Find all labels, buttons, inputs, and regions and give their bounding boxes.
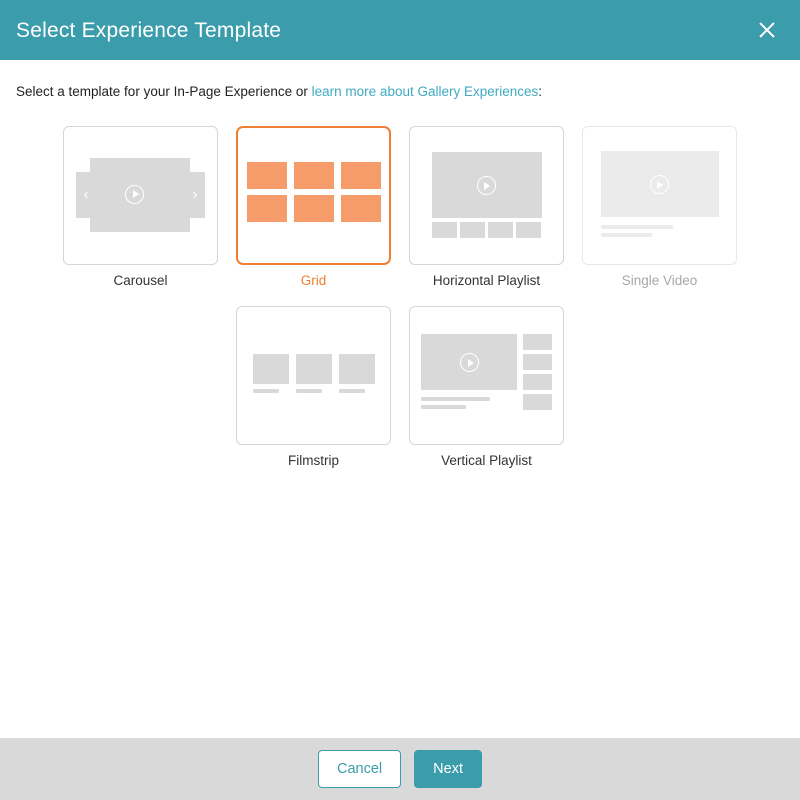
- template-cell-filmstrip: Filmstrip: [227, 306, 400, 468]
- modal-header: Select Experience Template: [0, 0, 800, 60]
- template-card-single-video: [582, 126, 737, 265]
- template-card-filmstrip[interactable]: [236, 306, 391, 445]
- filmstrip-thumbnail-item: [339, 354, 375, 384]
- text-line: [421, 397, 490, 401]
- page-title: Select Experience Template: [16, 20, 281, 41]
- single-video-thumbnail: [601, 151, 719, 239]
- chevron-right-icon: ›: [188, 186, 202, 204]
- filmstrip-thumbnail-item: [253, 354, 289, 384]
- close-icon: [757, 20, 777, 40]
- grid-cell: [341, 195, 381, 222]
- play-icon: [125, 185, 144, 204]
- template-cell-grid: Grid: [227, 126, 400, 288]
- template-label-vertical-playlist: Vertical Playlist: [441, 454, 532, 468]
- modal-footer: Cancel Next: [0, 738, 800, 800]
- grid-cell: [294, 195, 334, 222]
- grid-cell: [247, 162, 287, 189]
- template-card-grid[interactable]: [236, 126, 391, 265]
- filmstrip-thumbnail-item: [296, 354, 332, 384]
- vertical-playlist-thumbnail: [421, 334, 552, 417]
- template-grid: ‹ › Carousel Grid: [30, 126, 770, 487]
- text-line: [296, 389, 322, 393]
- instruction-text: Select a template for your In-Page Exper…: [16, 83, 784, 101]
- playlist-thumbnail: [523, 394, 552, 410]
- modal-body: Select a template for your In-Page Exper…: [0, 60, 800, 738]
- template-label-horizontal-playlist: Horizontal Playlist: [433, 274, 540, 288]
- filmstrip-thumbnail: [253, 354, 375, 398]
- template-label-single-video: Single Video: [622, 274, 698, 288]
- text-line: [601, 233, 652, 237]
- grid-cell: [341, 162, 381, 189]
- instruction-prefix: Select a template for your In-Page Exper…: [16, 84, 312, 99]
- template-label-grid: Grid: [301, 274, 327, 288]
- gallery-experiences-link[interactable]: learn more about Gallery Experiences: [312, 84, 539, 99]
- play-icon: [650, 175, 669, 194]
- text-line: [339, 389, 365, 393]
- play-icon: [477, 176, 496, 195]
- playlist-thumbnail: [488, 222, 513, 238]
- close-button[interactable]: [752, 15, 782, 45]
- text-line: [421, 405, 466, 409]
- next-button[interactable]: Next: [414, 750, 482, 788]
- text-line: [601, 225, 673, 229]
- template-cell-single-video: Single Video: [573, 126, 746, 288]
- cancel-button[interactable]: Cancel: [318, 750, 401, 788]
- template-card-horizontal-playlist[interactable]: [409, 126, 564, 265]
- grid-cell: [247, 195, 287, 222]
- template-card-carousel[interactable]: ‹ ›: [63, 126, 218, 265]
- template-label-filmstrip: Filmstrip: [288, 454, 339, 468]
- template-cell-carousel: ‹ › Carousel: [54, 126, 227, 288]
- template-card-vertical-playlist[interactable]: [409, 306, 564, 445]
- playlist-thumbnail: [516, 222, 541, 238]
- template-label-carousel: Carousel: [113, 274, 167, 288]
- template-cell-vertical-playlist: Vertical Playlist: [400, 306, 573, 468]
- grid-thumbnail: [247, 162, 381, 229]
- playlist-thumbnail: [523, 334, 552, 350]
- template-cell-horizontal-playlist: Horizontal Playlist: [400, 126, 573, 288]
- play-icon: [460, 353, 479, 372]
- playlist-thumbnail: [460, 222, 485, 238]
- carousel-thumbnail: ‹ ›: [68, 148, 213, 243]
- instruction-suffix: :: [538, 84, 542, 99]
- text-line: [253, 389, 279, 393]
- grid-cell: [294, 162, 334, 189]
- playlist-thumbnail: [523, 354, 552, 370]
- playlist-thumbnail: [523, 374, 552, 390]
- playlist-thumbnail: [432, 222, 457, 238]
- horizontal-playlist-thumbnail: [432, 152, 542, 238]
